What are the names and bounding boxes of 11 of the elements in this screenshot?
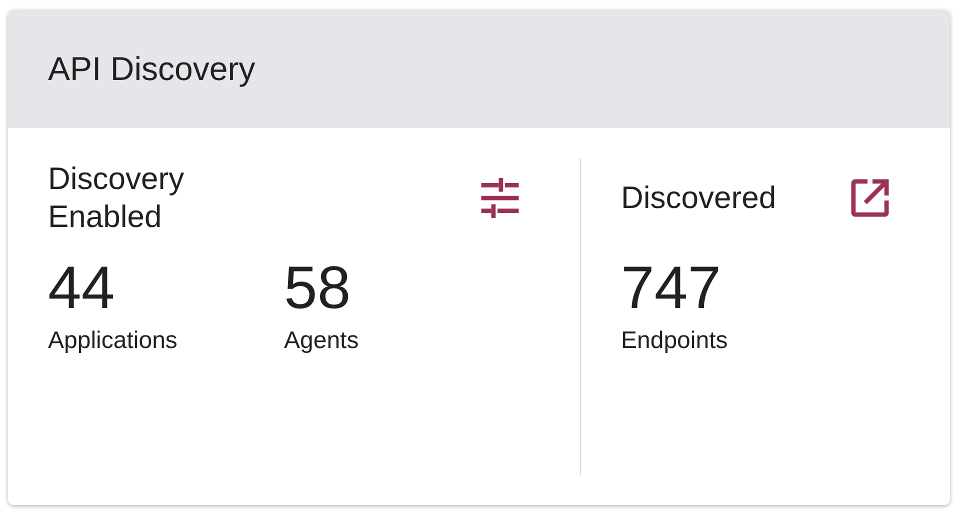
filter-settings-icon[interactable] xyxy=(480,178,520,218)
stat-value: 747 xyxy=(621,256,722,320)
section-title: Discovery Enabled xyxy=(48,160,186,236)
stat-value: 58 xyxy=(284,256,351,320)
stat-label: Applications xyxy=(48,326,178,356)
stat-label: Agents xyxy=(284,326,359,356)
section-title: Discovered xyxy=(621,179,778,217)
external-link-icon[interactable] xyxy=(850,178,890,218)
stat-value: 44 xyxy=(48,256,115,320)
stat-label: Endpoints xyxy=(621,326,728,356)
card-title: API Discovery xyxy=(48,49,256,90)
